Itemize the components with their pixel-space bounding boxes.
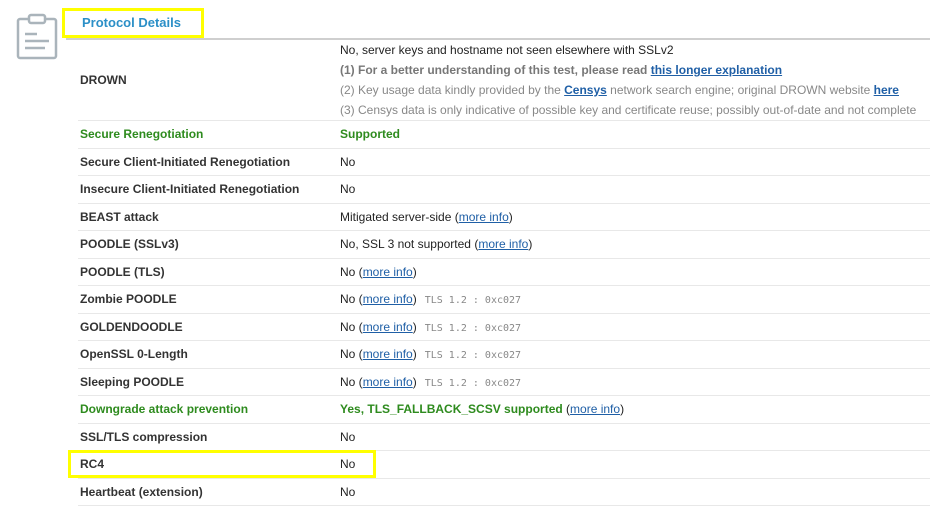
table-row: Downgrade attack prevention Yes, TLS_FALL… — [78, 395, 930, 424]
row-label: Heartbeat (extension) — [78, 478, 340, 506]
row-label: Downgrade attack prevention — [78, 395, 340, 424]
row-label: BEAST attack — [78, 203, 340, 231]
row-value: Yes, TLS_FALLBACK_SCSV supported (more i… — [340, 395, 930, 424]
table-row: BEAST attack Mitigated server-side (more … — [78, 203, 930, 231]
row-value: No (more info) TLS 1.2 : 0xc027 — [340, 368, 930, 396]
table-row: SSL/TLS compression No — [78, 423, 930, 451]
value-text: No — [340, 347, 356, 362]
cipher-detail: TLS 1.2 : 0xc027 — [424, 322, 522, 334]
more-info-link[interactable]: more info — [459, 210, 509, 224]
more-info-link[interactable]: more info — [363, 265, 413, 279]
more-info-link[interactable]: more info — [363, 292, 413, 306]
table-row: Sleeping POODLE No (more info) TLS 1.2 : 0… — [78, 368, 930, 396]
value-text: No — [340, 319, 356, 334]
value-text: No, SSL 3 not supported — [340, 237, 471, 252]
more-info-link[interactable]: more info — [363, 320, 413, 334]
drown-result: No, server keys and hostname not seen el… — [340, 43, 674, 57]
value-text: No — [340, 484, 356, 499]
table-row: OpenSSL 0-Length No (more info) TLS 1.2 : … — [78, 340, 930, 369]
table-row: Zombie POODLE No (more info) TLS 1.2 : 0xc… — [78, 285, 930, 314]
row-value: No — [340, 478, 930, 506]
row-value: No (more info) TLS 1.2 : 0xc027 — [340, 285, 930, 314]
value-text: Mitigated server-side — [340, 209, 452, 224]
row-label: Zombie POODLE — [78, 285, 340, 314]
value-text: Supported — [340, 127, 400, 142]
cipher-detail: TLS 1.2 : 0xc027 — [424, 377, 522, 389]
table-row: Secure Renegotiation Supported — [78, 120, 930, 149]
drown-website-link[interactable]: here — [874, 83, 899, 97]
note-2-mid: network search engine; original DROWN we… — [606, 83, 874, 97]
row-label: Insecure Client-Initiated Renegotiation — [78, 175, 340, 204]
row-value: No (more info) — [340, 258, 930, 286]
row-value: No (more info) TLS 1.2 : 0xc027 — [340, 313, 930, 341]
row-value: Supported — [340, 120, 930, 149]
row-label: Sleeping POODLE — [78, 368, 340, 396]
note-3: (3) Censys data is only indicative of po… — [340, 103, 917, 117]
value-text: No — [340, 429, 356, 444]
row-label: SSL/TLS compression — [78, 423, 340, 451]
highlight-box-rc4 — [68, 450, 376, 478]
highlight-box-title — [62, 8, 204, 38]
row-value: No — [340, 175, 930, 204]
note-2: (2) Key usage data kindly provided by th… — [340, 83, 565, 97]
row-value: No, server keys and hostname not seen el… — [340, 40, 930, 121]
row-label: Secure Client-Initiated Renegotiation — [78, 148, 340, 176]
cipher-detail: TLS 1.2 : 0xc027 — [424, 295, 522, 307]
table-row: GOLDENDOODLE No (more info) TLS 1.2 : 0xc0… — [78, 313, 930, 341]
row-label: DROWN — [78, 40, 340, 121]
table-row: Insecure Client-Initiated Renegotiation N… — [78, 175, 930, 204]
more-info-link[interactable]: more info — [363, 347, 413, 361]
censys-link[interactable]: Censys — [564, 83, 607, 97]
table-row-drown: DROWN No, server keys and hostname not s… — [78, 40, 930, 121]
cipher-detail: TLS 1.2 : 0xc027 — [424, 350, 522, 362]
row-value: No — [340, 450, 930, 479]
value-text: No — [340, 292, 356, 307]
table-row: Secure Client-Initiated Renegotiation No — [78, 148, 930, 176]
longer-explanation-link[interactable]: this longer explanation — [651, 63, 782, 77]
more-info-link[interactable]: more info — [478, 237, 528, 251]
row-value: No (more info) TLS 1.2 : 0xc027 — [340, 340, 930, 369]
clipboard-icon — [16, 13, 58, 60]
value-text: No — [340, 154, 356, 169]
row-label: OpenSSL 0-Length — [78, 340, 340, 369]
value-text: No — [340, 182, 356, 197]
table-row: Heartbeat (extension) No — [78, 478, 930, 506]
more-info-link[interactable]: more info — [363, 375, 413, 389]
row-value: No, SSL 3 not supported (more info) — [340, 230, 930, 259]
row-label: POODLE (SSLv3) — [78, 230, 340, 259]
table-row: POODLE (TLS) No (more info) — [78, 258, 930, 286]
value-text: Yes, TLS_FALLBACK_SCSV supported — [340, 402, 563, 417]
row-label: GOLDENDOODLE — [78, 313, 340, 341]
table-row: POODLE (SSLv3) No, SSL 3 not supported (m… — [78, 230, 930, 259]
row-value: No — [340, 423, 930, 451]
row-value: No — [340, 148, 930, 176]
row-value: Mitigated server-side (more info) — [340, 203, 930, 231]
row-label: Secure Renegotiation — [78, 120, 340, 149]
protocol-details-table: DROWN No, server keys and hostname not s… — [78, 40, 930, 506]
value-text: No — [340, 374, 356, 389]
row-label: POODLE (TLS) — [78, 258, 340, 286]
note-1: (1) For a better understanding of this t… — [340, 63, 651, 77]
value-text: No — [340, 264, 356, 279]
more-info-link[interactable]: more info — [570, 402, 620, 416]
